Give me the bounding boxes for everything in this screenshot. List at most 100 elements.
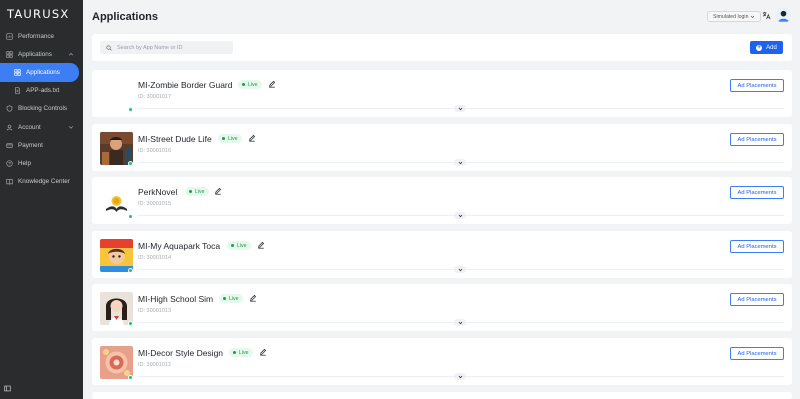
ad-placements-button[interactable]: Ad Placements — [730, 240, 784, 253]
status-badge: Live — [218, 134, 242, 143]
sidebar-item-blocking-controls[interactable]: Blocking Controls — [0, 100, 83, 118]
status-badge: Live — [227, 241, 251, 250]
online-status-dot — [128, 321, 133, 326]
app-thumbnail — [100, 78, 133, 111]
avatar[interactable] — [776, 8, 791, 23]
add-button-label: Add — [766, 44, 777, 51]
add-app-button[interactable]: + Add — [750, 41, 783, 54]
app-thumbnail — [100, 239, 133, 272]
account-icon — [5, 123, 13, 131]
sidebar-item-label: Applications — [18, 50, 52, 58]
ad-placements-button[interactable]: Ad Placements — [730, 293, 784, 306]
expand-toggle[interactable] — [454, 105, 466, 112]
sidebar-item-label: APP-ads.txt — [26, 87, 60, 95]
sidebar-nav: Performance Applications Applications AP… — [0, 27, 83, 191]
sidebar-item-label: Blocking Controls — [18, 105, 67, 113]
edit-icon[interactable] — [259, 348, 267, 356]
expand-toggle[interactable] — [454, 319, 466, 326]
app-id: ID: 30001016 — [138, 148, 172, 154]
document-icon — [13, 87, 21, 95]
app-name[interactable]: MI-Zombie Border Guard — [138, 80, 232, 90]
chevron-down-icon — [751, 15, 755, 18]
search-icon — [106, 44, 112, 51]
app-name[interactable]: MI-Decor Style Design — [138, 348, 223, 358]
app-thumbnail — [100, 346, 133, 379]
sidebar-item-label: Payment — [18, 141, 43, 149]
sidebar-item-label: Performance — [18, 32, 55, 40]
sidebar-item-payment[interactable]: Payment — [0, 136, 83, 154]
app-id: ID: 30001012 — [138, 362, 172, 368]
app-card-partial — [92, 392, 792, 399]
edit-icon[interactable] — [268, 80, 276, 88]
status-badge: Live — [238, 80, 262, 89]
search-panel: + Add — [92, 34, 792, 61]
app-card: PerkNovel Live ID: 30001015 Ad Placement… — [92, 177, 792, 224]
page-title: Applications — [92, 11, 159, 23]
app-card: MI-High School Sim Live ID: 30001013 Ad … — [92, 284, 792, 331]
help-icon — [5, 159, 13, 167]
chevron-down-icon — [458, 375, 462, 378]
app-card: MI-Street Dude Life Live ID: 30001016 Ad… — [92, 124, 792, 171]
sidebar-item-account[interactable]: Account — [0, 118, 83, 136]
chevron-down-icon — [68, 126, 74, 129]
online-status-dot — [128, 214, 133, 219]
app-card: MI-Zombie Border Guard Live ID: 30001017… — [92, 70, 792, 117]
search-box[interactable] — [100, 41, 233, 54]
plus-icon: + — [756, 44, 763, 51]
online-status-dot — [128, 107, 133, 112]
simulated-login-dropdown[interactable]: Simulated login — [707, 11, 762, 22]
app-card: MI-Decor Style Design Live ID: 30001012 … — [92, 338, 792, 385]
sidebar-item-label: Knowledge Center — [18, 178, 70, 186]
sidebar-item-knowledge-center[interactable]: Knowledge Center — [0, 173, 83, 191]
edit-icon[interactable] — [248, 134, 256, 142]
online-status-dot — [128, 161, 133, 166]
app-thumbnail — [100, 185, 133, 218]
expand-toggle[interactable] — [454, 266, 466, 273]
sidebar-item-applications[interactable]: Applications — [0, 63, 79, 82]
app-name[interactable]: MI-High School Sim — [138, 294, 213, 304]
status-badge: Live — [185, 187, 209, 196]
chevron-down-icon — [458, 214, 462, 217]
chevron-down-icon — [458, 268, 462, 271]
app-id: ID: 30001014 — [138, 255, 172, 261]
sidebar-item-app-ads-txt[interactable]: APP-ads.txt — [0, 82, 83, 100]
chevron-down-icon — [458, 161, 462, 164]
chevron-up-icon — [68, 53, 74, 56]
app-id: ID: 30001017 — [138, 94, 172, 100]
edit-icon[interactable] — [249, 294, 257, 302]
app-name[interactable]: MI-My Aquapark Toca — [138, 241, 220, 251]
app-thumbnail — [100, 292, 133, 325]
app-name[interactable]: MI-Street Dude Life — [138, 134, 212, 144]
expand-toggle[interactable] — [454, 373, 466, 380]
app-id: ID: 30001013 — [138, 308, 172, 314]
taurusx-logo: TAURUSX — [7, 7, 70, 21]
payment-icon — [5, 141, 13, 149]
app-name[interactable]: PerkNovel — [138, 187, 177, 197]
simulated-login-label: Simulated login — [713, 13, 749, 20]
translate-icon[interactable] — [762, 11, 771, 20]
ad-placements-button[interactable]: Ad Placements — [730, 186, 784, 199]
edit-icon[interactable] — [257, 241, 265, 249]
sidebar-item-help[interactable]: Help — [0, 154, 83, 172]
app-id: ID: 30001015 — [138, 201, 172, 207]
sidebar-item-performance[interactable]: Performance — [0, 27, 83, 45]
ad-placements-button[interactable]: Ad Placements — [730, 133, 784, 146]
chevron-down-icon — [458, 321, 462, 324]
block-icon — [5, 105, 13, 113]
edit-icon[interactable] — [214, 187, 222, 195]
page-header: Applications Simulated login — [83, 0, 800, 33]
status-badge: Live — [229, 348, 253, 357]
sidebar-collapse-icon[interactable] — [4, 385, 11, 392]
apps-icon — [5, 50, 13, 58]
sidebar-item-applications-group[interactable]: Applications — [0, 45, 83, 63]
ad-placements-button[interactable]: Ad Placements — [730, 347, 784, 360]
online-status-dot — [128, 268, 133, 273]
expand-toggle[interactable] — [454, 159, 466, 166]
ad-placements-button[interactable]: Ad Placements — [730, 79, 784, 92]
app-thumbnail — [100, 132, 133, 165]
search-input[interactable] — [117, 44, 227, 51]
sidebar-item-label: Account — [18, 123, 41, 131]
chevron-down-icon — [458, 107, 462, 110]
app-card: MI-My Aquapark Toca Live ID: 30001014 Ad… — [92, 231, 792, 278]
expand-toggle[interactable] — [454, 212, 466, 219]
